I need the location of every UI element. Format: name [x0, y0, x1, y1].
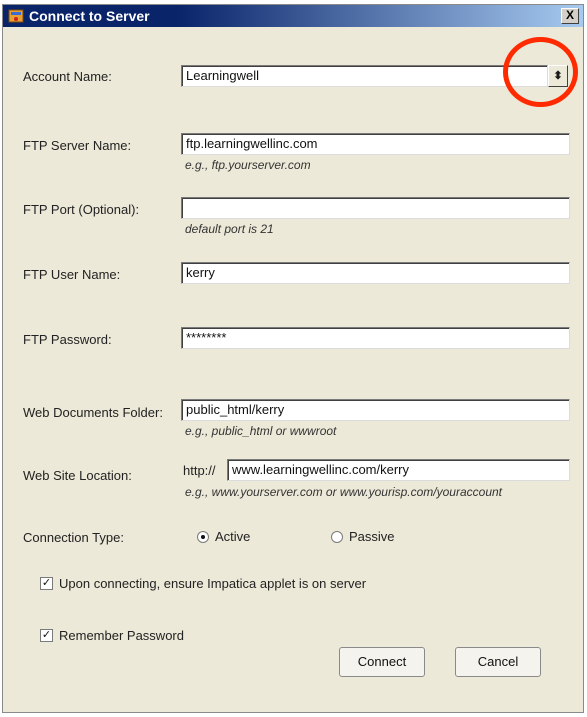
ftp-port-input[interactable] [181, 197, 570, 219]
ftp-password-label: FTP Password: [23, 332, 112, 347]
account-name-field[interactable]: Learningwell [181, 65, 548, 87]
title-bar: Connect to Server X [3, 5, 583, 27]
ftp-server-label: FTP Server Name: [23, 138, 132, 153]
ftp-user-input[interactable]: kerry [181, 262, 570, 284]
account-stepper[interactable]: ⬍ [548, 65, 568, 87]
active-radio[interactable] [197, 531, 209, 543]
connect-button[interactable]: Connect [339, 647, 425, 677]
connection-type-label: Connection Type: [23, 530, 124, 545]
connect-dialog: Connect to Server X Account Name: Learni… [2, 4, 584, 713]
app-icon [8, 9, 24, 23]
web-site-input[interactable]: www.learningwellinc.com/kerry [227, 459, 570, 481]
remember-password-checkbox[interactable]: ✓ [40, 629, 53, 642]
active-label: Active [215, 529, 251, 544]
ftp-port-hint: default port is 21 [185, 222, 274, 236]
web-site-label: Web Site Location: [23, 468, 132, 483]
web-folder-label: Web Documents Folder: [23, 405, 163, 420]
close-button[interactable]: X [561, 8, 579, 24]
ensure-applet-label: Upon connecting, ensure Impatica applet … [59, 576, 367, 591]
web-site-hint: e.g., www.yourserver.com or www.yourisp.… [185, 485, 502, 499]
remember-password-label: Remember Password [59, 628, 184, 643]
up-down-arrow-icon: ⬍ [553, 70, 563, 82]
account-name-label: Account Name: [23, 69, 112, 84]
web-folder-input[interactable]: public_html/kerry [181, 399, 570, 421]
web-folder-hint: e.g., public_html or wwwroot [185, 424, 337, 438]
ftp-server-hint: e.g., ftp.yourserver.com [185, 158, 311, 172]
passive-radio[interactable] [331, 531, 343, 543]
ftp-server-input[interactable]: ftp.learningwellinc.com [181, 133, 570, 155]
ftp-user-label: FTP User Name: [23, 267, 121, 282]
cancel-button[interactable]: Cancel [455, 647, 541, 677]
ftp-password-input[interactable]: ******** [181, 327, 570, 349]
ensure-applet-checkbox[interactable]: ✓ [40, 577, 53, 590]
passive-label: Passive [349, 529, 395, 544]
dialog-title: Connect to Server [29, 8, 150, 24]
ftp-port-label: FTP Port (Optional): [23, 202, 140, 217]
web-site-prefix: http:// [183, 463, 216, 478]
